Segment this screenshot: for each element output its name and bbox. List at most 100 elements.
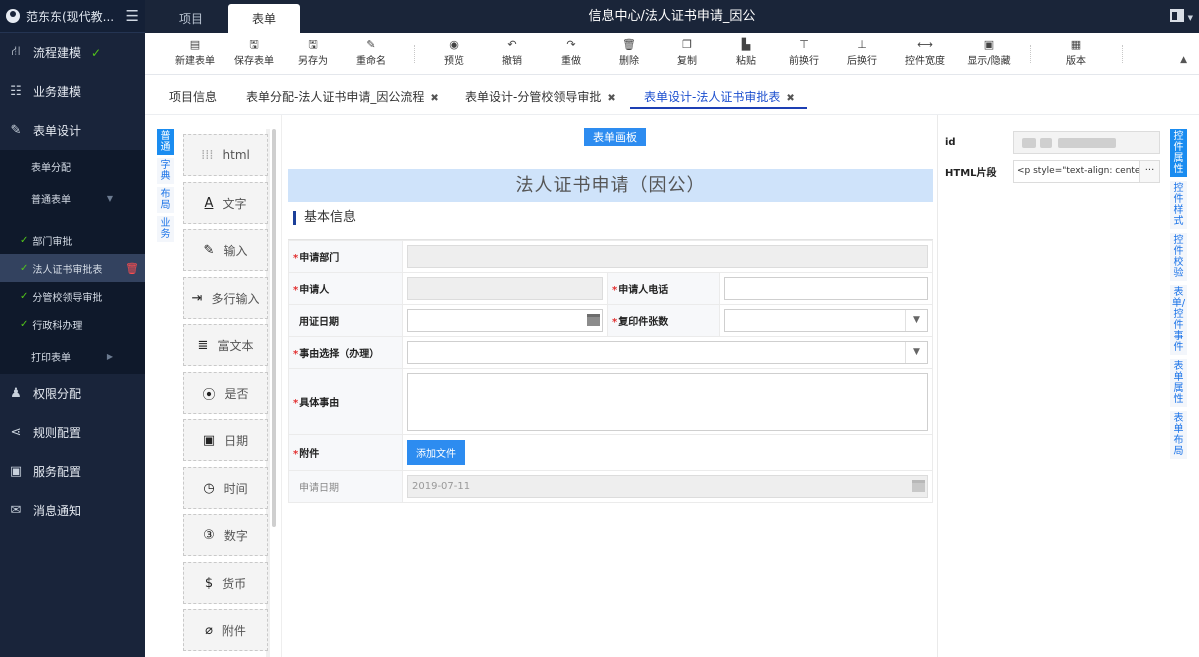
tab-design-leader[interactable]: 表单设计-分管校领导审批 ✖ — [465, 88, 616, 105]
dept-input[interactable] — [407, 245, 928, 268]
user-profile[interactable]: 范东东(现代教... ☰ — [0, 0, 145, 33]
palette-tab-common[interactable]: 普通 — [157, 129, 174, 155]
paperclip-icon: ⌀ — [205, 622, 213, 638]
apply-date-input[interactable]: 2019-07-11 — [407, 475, 928, 498]
delete-button[interactable]: 🗑 删除 — [600, 37, 658, 67]
save-form-button[interactable]: 🖫 保存表单 — [225, 37, 283, 67]
calendar-icon[interactable] — [587, 314, 600, 326]
form-item-leader-approval[interactable]: ✓ 分管校领导审批 — [0, 282, 145, 310]
caret-down-icon[interactable]: ▼ — [1188, 14, 1193, 22]
add-file-button[interactable]: 添加文件 — [407, 440, 465, 465]
button-label: 显示/隐藏 — [967, 56, 1011, 67]
reason-select[interactable]: ▼ — [407, 341, 928, 364]
trash-icon[interactable]: 🗑 — [125, 262, 139, 275]
palette-richtext[interactable]: ≣ 富文本 — [183, 324, 268, 366]
sidebar-item-notifications[interactable]: ✉ 消息通知 — [0, 491, 145, 530]
section-title: 基本信息 — [293, 211, 356, 225]
form-item-label: 分管校领导审批 — [32, 292, 103, 304]
show-hide-button[interactable]: ▣ 显示/隐藏 — [960, 37, 1018, 67]
insert-line-after-button[interactable]: ⊥ 后换行 — [833, 37, 891, 67]
undo-button[interactable]: ↶ 撤销 — [483, 37, 541, 67]
rename-button[interactable]: ✎ 重命名 — [342, 37, 400, 67]
collapse-toolbar-icon[interactable]: ▲ — [1180, 55, 1187, 65]
window-layout-icon[interactable] — [1170, 9, 1184, 22]
form-item-dept-approval[interactable]: ✓ 部门审批 — [0, 226, 145, 254]
close-icon[interactable]: ✖ — [607, 93, 615, 104]
form-title[interactable]: 法人证书申请（因公） — [288, 169, 933, 202]
submenu-print-forms[interactable]: 打印表单 ▶ — [0, 338, 145, 374]
sidebar-item-rules[interactable]: ⋖ 规则配置 — [0, 413, 145, 452]
palette-time[interactable]: ◷ 时间 — [183, 467, 268, 509]
palette-number[interactable]: ③ 数字 — [183, 514, 268, 556]
palette-tab-business[interactable]: 业务 — [157, 216, 174, 242]
palette-yesno[interactable]: ⦿ 是否 — [183, 372, 268, 414]
palette-scrollbar[interactable] — [272, 129, 276, 527]
applicant-input[interactable] — [407, 277, 603, 300]
tab-form[interactable]: 表单 — [228, 4, 300, 33]
calendar-icon — [912, 480, 925, 492]
insert-line-before-button[interactable]: ⊤ 前换行 — [775, 37, 833, 67]
tab-form-assign[interactable]: 表单分配-法人证书申请_因公流程 ✖ — [246, 88, 439, 105]
close-icon[interactable]: ✖ — [786, 93, 794, 104]
more-options-button[interactable]: ··· — [1139, 160, 1159, 182]
copies-select[interactable]: ▼ — [724, 309, 928, 332]
label-text: 申请部门 — [299, 253, 340, 264]
paste-button[interactable]: ▙ 粘贴 — [717, 37, 775, 67]
palette-textarea[interactable]: ⇥ 多行输入 — [183, 277, 268, 319]
palette-input[interactable]: ✎ 输入 — [183, 229, 268, 271]
phone-input[interactable] — [724, 277, 928, 300]
sidebar-item-services[interactable]: ▣ 服务配置 — [0, 452, 145, 491]
copy-button[interactable]: ❐ 复制 — [658, 37, 716, 67]
palette-tab-dict[interactable]: 字典 — [157, 158, 174, 184]
id-field[interactable] — [1013, 130, 1160, 154]
sidebar-item-form-design[interactable]: ✎ 表单设计 — [0, 111, 145, 150]
label-text: 申请人电话 — [618, 285, 669, 296]
new-form-button[interactable]: ▤ 新建表单 — [166, 37, 224, 67]
form-item-legal-cert[interactable]: ✓ 法人证书审批表 🗑 — [0, 254, 145, 282]
sidebar-item-permissions[interactable]: ♟ 权限分配 — [0, 374, 145, 413]
submenu-form-assign[interactable]: 表单分配 — [0, 150, 145, 182]
palette-tab-layout[interactable]: 布局 — [157, 187, 174, 213]
menu-hamburger-icon[interactable]: ☰ — [126, 7, 139, 25]
palette-text[interactable]: A 文字 — [183, 182, 268, 224]
use-date-input[interactable] — [407, 309, 603, 332]
redo-icon: ↷ — [566, 38, 576, 51]
tab-project[interactable]: 项目 — [155, 4, 227, 33]
tab-control-validation[interactable]: 控件校验 — [1170, 233, 1187, 281]
undo-icon: ↶ — [507, 38, 517, 51]
submenu-normal-forms[interactable]: 普通表单 ▼ — [0, 182, 145, 214]
sidebar-item-label: 流程建模 — [33, 46, 82, 60]
palette-currency[interactable]: $ 货币 — [183, 562, 268, 604]
tab-label: 表单设计-法人证书审批表 — [644, 90, 781, 104]
save-as-button[interactable]: 🖫 另存为 — [284, 37, 342, 67]
redo-button[interactable]: ↷ 重做 — [542, 37, 600, 67]
tab-form-layout[interactable]: 表单布局 — [1170, 411, 1187, 459]
version-button[interactable]: ▦ 版本 — [1047, 37, 1105, 67]
tab-form-props[interactable]: 表单属性 — [1170, 359, 1187, 407]
close-icon[interactable]: ✖ — [430, 93, 438, 104]
palette-date[interactable]: ▣ 日期 — [183, 419, 268, 461]
tab-control-props[interactable]: 控件属性 — [1170, 129, 1187, 177]
sidebar-item-business-modeling[interactable]: ☷ 业务建模 — [0, 72, 145, 111]
canvas-tag: 表单画板 — [584, 128, 646, 146]
tab-control-style[interactable]: 控件样式 — [1170, 181, 1187, 229]
form-item-label: 部门审批 — [32, 236, 73, 248]
html-snippet-field[interactable]: <p style="text-align: center ··· — [1013, 159, 1160, 183]
tab-form-events[interactable]: 表单/控件事件 — [1170, 285, 1187, 355]
field-cell: 添加文件 — [402, 434, 933, 471]
tab-project-info[interactable]: 项目信息 — [169, 88, 217, 105]
puzzle-icon: ▣ — [9, 464, 23, 479]
sidebar-item-label: 规则配置 — [33, 426, 82, 440]
reason-textarea[interactable] — [407, 372, 928, 431]
tab-design-legal-cert[interactable]: 表单设计-法人证书审批表 ✖ — [644, 88, 795, 105]
palette-attachment[interactable]: ⌀ 附件 — [183, 609, 268, 651]
button-label: 复制 — [677, 56, 697, 67]
palette-html[interactable]: ⁞⁞⁞ html — [183, 134, 268, 176]
form-item-admin-office[interactable]: ✓ 行政科办理 — [0, 310, 145, 338]
preview-button[interactable]: ◉ 预览 — [425, 37, 483, 67]
grid-icon: ⁞⁞⁞ — [201, 147, 214, 163]
control-width-button[interactable]: ⟷ 控件宽度 — [896, 37, 954, 67]
sidebar-item-process-modeling[interactable]: ⛙ 流程建模 ✓ — [0, 33, 145, 72]
field-cell — [402, 272, 608, 305]
check-icon: ✓ — [20, 318, 29, 330]
